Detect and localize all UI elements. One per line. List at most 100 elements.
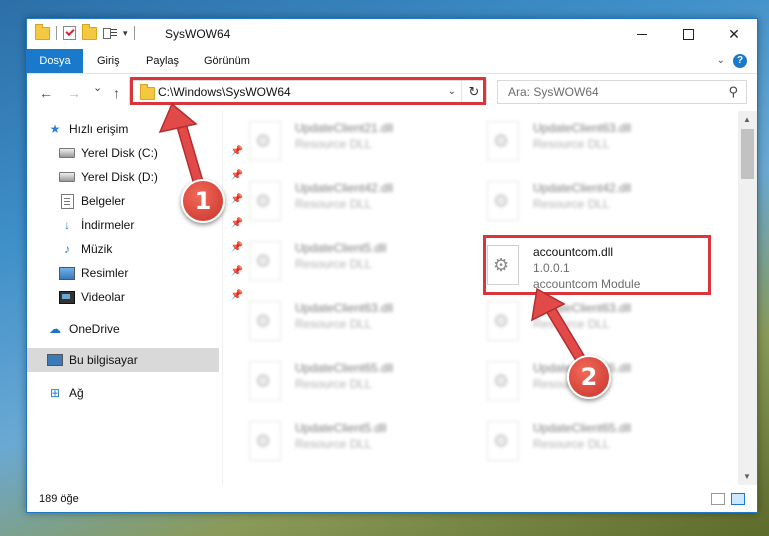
navigation-bar: ← → ⌄ ↑ C:\Windows\SysWOW64 ⌄ ↻ Ara: Sys… bbox=[27, 75, 757, 111]
title-bar: ▾ SysWOW64 ✕ bbox=[27, 19, 757, 49]
folder-icon bbox=[35, 23, 50, 40]
tab-paylas[interactable]: Paylaş bbox=[146, 49, 179, 73]
dll-file-icon bbox=[487, 121, 519, 161]
file-tile[interactable]: UpdateClient63.dll Resource DLL bbox=[461, 293, 691, 345]
sidebar-item-label: İndirmeler bbox=[81, 218, 135, 232]
file-type: Resource DLL bbox=[533, 197, 610, 211]
file-name: UpdateClient5.dll bbox=[295, 241, 387, 255]
file-tile[interactable]: UpdateClient65.dll Resource DLL bbox=[223, 353, 453, 405]
quick-access-toolbar: ▾ bbox=[35, 23, 135, 40]
dll-file-icon bbox=[487, 421, 519, 461]
dll-file-icon bbox=[249, 421, 281, 461]
sidebar-item-network[interactable]: ⊞ Ağ bbox=[27, 381, 239, 405]
file-tile[interactable]: UpdateClient63.dll Resource DLL bbox=[223, 293, 453, 345]
ribbon-expand-icon[interactable]: ⌄ bbox=[717, 55, 725, 66]
properties-check-icon[interactable] bbox=[63, 26, 76, 40]
file-name: UpdateClient42.dll bbox=[533, 181, 632, 195]
back-button[interactable]: ← bbox=[39, 85, 53, 101]
minimize-button[interactable] bbox=[619, 19, 665, 49]
scroll-down-icon[interactable]: ▼ bbox=[743, 472, 751, 481]
file-type: Resource DLL bbox=[295, 137, 372, 151]
sidebar-item-label: Müzik bbox=[81, 242, 113, 256]
sidebar-item-label: OneDrive bbox=[69, 322, 120, 336]
downloads-icon: ↓ bbox=[64, 218, 70, 232]
details-view-icon[interactable] bbox=[711, 493, 725, 505]
file-tile[interactable]: UpdateClient65.dll Resource DLL bbox=[461, 413, 691, 465]
sidebar-item-local-disk-c[interactable]: Yerel Disk (C:) 📌 bbox=[27, 141, 251, 165]
scroll-up-icon[interactable]: ▲ bbox=[743, 115, 751, 124]
maximize-button[interactable] bbox=[665, 19, 711, 49]
sidebar-item-quick-access[interactable]: ★ Hızlı erişim bbox=[27, 117, 239, 141]
sidebar-item-videos[interactable]: Videolar 📌 bbox=[27, 285, 251, 309]
sidebar-item-label: Yerel Disk (C:) bbox=[81, 146, 158, 160]
sidebar-item-music[interactable]: ♪ Müzik 📌 bbox=[27, 237, 251, 261]
file-tile[interactable]: UpdateClient63.dll Resource DLL bbox=[461, 113, 691, 165]
window-controls: ✕ bbox=[619, 19, 757, 49]
sidebar-item-this-pc[interactable]: Bu bilgisayar bbox=[27, 348, 219, 372]
chevron-down-icon[interactable]: ⌄ bbox=[448, 86, 456, 97]
chevron-down-icon[interactable]: ▾ bbox=[123, 28, 128, 39]
sidebar-item-label: Videolar bbox=[81, 290, 125, 304]
file-name: UpdateClient63.dll bbox=[533, 121, 632, 135]
file-name: UpdateClient63.dll bbox=[533, 301, 632, 315]
file-type: Resource DLL bbox=[295, 197, 372, 211]
file-type: Resource DLL bbox=[533, 437, 610, 451]
dll-file-icon bbox=[487, 361, 519, 401]
address-bar[interactable]: C:\Windows\SysWOW64 ⌄ ↻ bbox=[129, 80, 487, 104]
drive-icon bbox=[59, 146, 75, 160]
file-name: UpdateClient21.dll bbox=[295, 121, 394, 135]
window-title: SysWOW64 bbox=[165, 27, 231, 41]
documents-icon bbox=[59, 193, 75, 209]
file-name: UpdateClient63.dll bbox=[295, 301, 394, 315]
file-tile-accountcom[interactable]: accountcom.dll 1.0.0.1 accountcom Module bbox=[461, 237, 691, 291]
file-type: Resource DLL bbox=[295, 437, 372, 451]
ribbon-tabs: Dosya Giriş Paylaş Görünüm bbox=[27, 49, 757, 74]
file-tile[interactable]: UpdateClient42.dll Resource DLL bbox=[223, 173, 453, 225]
recent-locations-button[interactable]: ⌄ bbox=[93, 81, 102, 94]
new-folder-icon[interactable] bbox=[82, 23, 97, 40]
file-type: Resource DLL bbox=[533, 137, 610, 151]
minimize-icon bbox=[637, 33, 647, 35]
scrollbar-thumb[interactable] bbox=[741, 129, 754, 179]
file-tile[interactable]: UpdateClient42.dll Resource DLL bbox=[461, 173, 691, 225]
tab-giris[interactable]: Giriş bbox=[97, 49, 120, 73]
search-input[interactable]: Ara: SysWOW64 ⚲ bbox=[497, 80, 747, 104]
file-tile[interactable]: UpdateClient5.dll Resource DLL bbox=[223, 233, 453, 285]
file-tile[interactable]: UpdateClient5.dll Resource DLL bbox=[223, 413, 453, 465]
dll-file-icon bbox=[487, 181, 519, 221]
close-icon: ✕ bbox=[728, 25, 740, 42]
folder-icon bbox=[140, 84, 155, 100]
address-path[interactable]: C:\Windows\SysWOW64 bbox=[158, 85, 291, 99]
file-type: Resource DLL bbox=[295, 257, 372, 271]
vertical-scrollbar[interactable]: ▲ ▼ bbox=[738, 111, 757, 485]
view-switcher bbox=[711, 493, 745, 505]
file-version: 1.0.0.1 bbox=[533, 261, 570, 275]
file-name: accountcom.dll bbox=[533, 245, 614, 259]
step-badge-1: 1 bbox=[181, 179, 225, 223]
file-description: accountcom Module bbox=[533, 277, 641, 291]
customize-icon[interactable] bbox=[103, 27, 117, 39]
file-type: Resource DLL bbox=[533, 317, 610, 331]
refresh-button[interactable]: ↻ bbox=[461, 81, 486, 103]
dll-file-icon bbox=[249, 241, 281, 281]
network-icon: ⊞ bbox=[49, 386, 61, 400]
toolbar-divider bbox=[133, 26, 135, 40]
close-button[interactable]: ✕ bbox=[711, 19, 757, 49]
search-placeholder: Ara: SysWOW64 bbox=[508, 85, 599, 99]
tiles-view-icon[interactable] bbox=[731, 493, 745, 505]
sidebar-item-label: Resimler bbox=[81, 266, 129, 280]
music-icon: ♪ bbox=[64, 242, 70, 256]
sidebar-item-label: Bu bilgisayar bbox=[69, 353, 138, 367]
onedrive-icon: ☁ bbox=[49, 322, 61, 336]
help-icon[interactable]: ? bbox=[733, 54, 747, 68]
file-tile[interactable]: UpdateClient21.dll Resource DLL bbox=[223, 113, 453, 165]
tab-gorunum[interactable]: Görünüm bbox=[204, 49, 250, 73]
up-button[interactable]: ↑ bbox=[113, 85, 120, 101]
sidebar-item-onedrive[interactable]: ☁ OneDrive bbox=[27, 317, 239, 341]
sidebar-item-pictures[interactable]: Resimler 📌 bbox=[27, 261, 251, 285]
dll-file-icon bbox=[487, 245, 519, 285]
dll-file-icon bbox=[249, 361, 281, 401]
search-icon[interactable]: ⚲ bbox=[728, 84, 738, 100]
forward-button[interactable]: → bbox=[67, 85, 81, 101]
tab-dosya[interactable]: Dosya bbox=[27, 49, 83, 73]
